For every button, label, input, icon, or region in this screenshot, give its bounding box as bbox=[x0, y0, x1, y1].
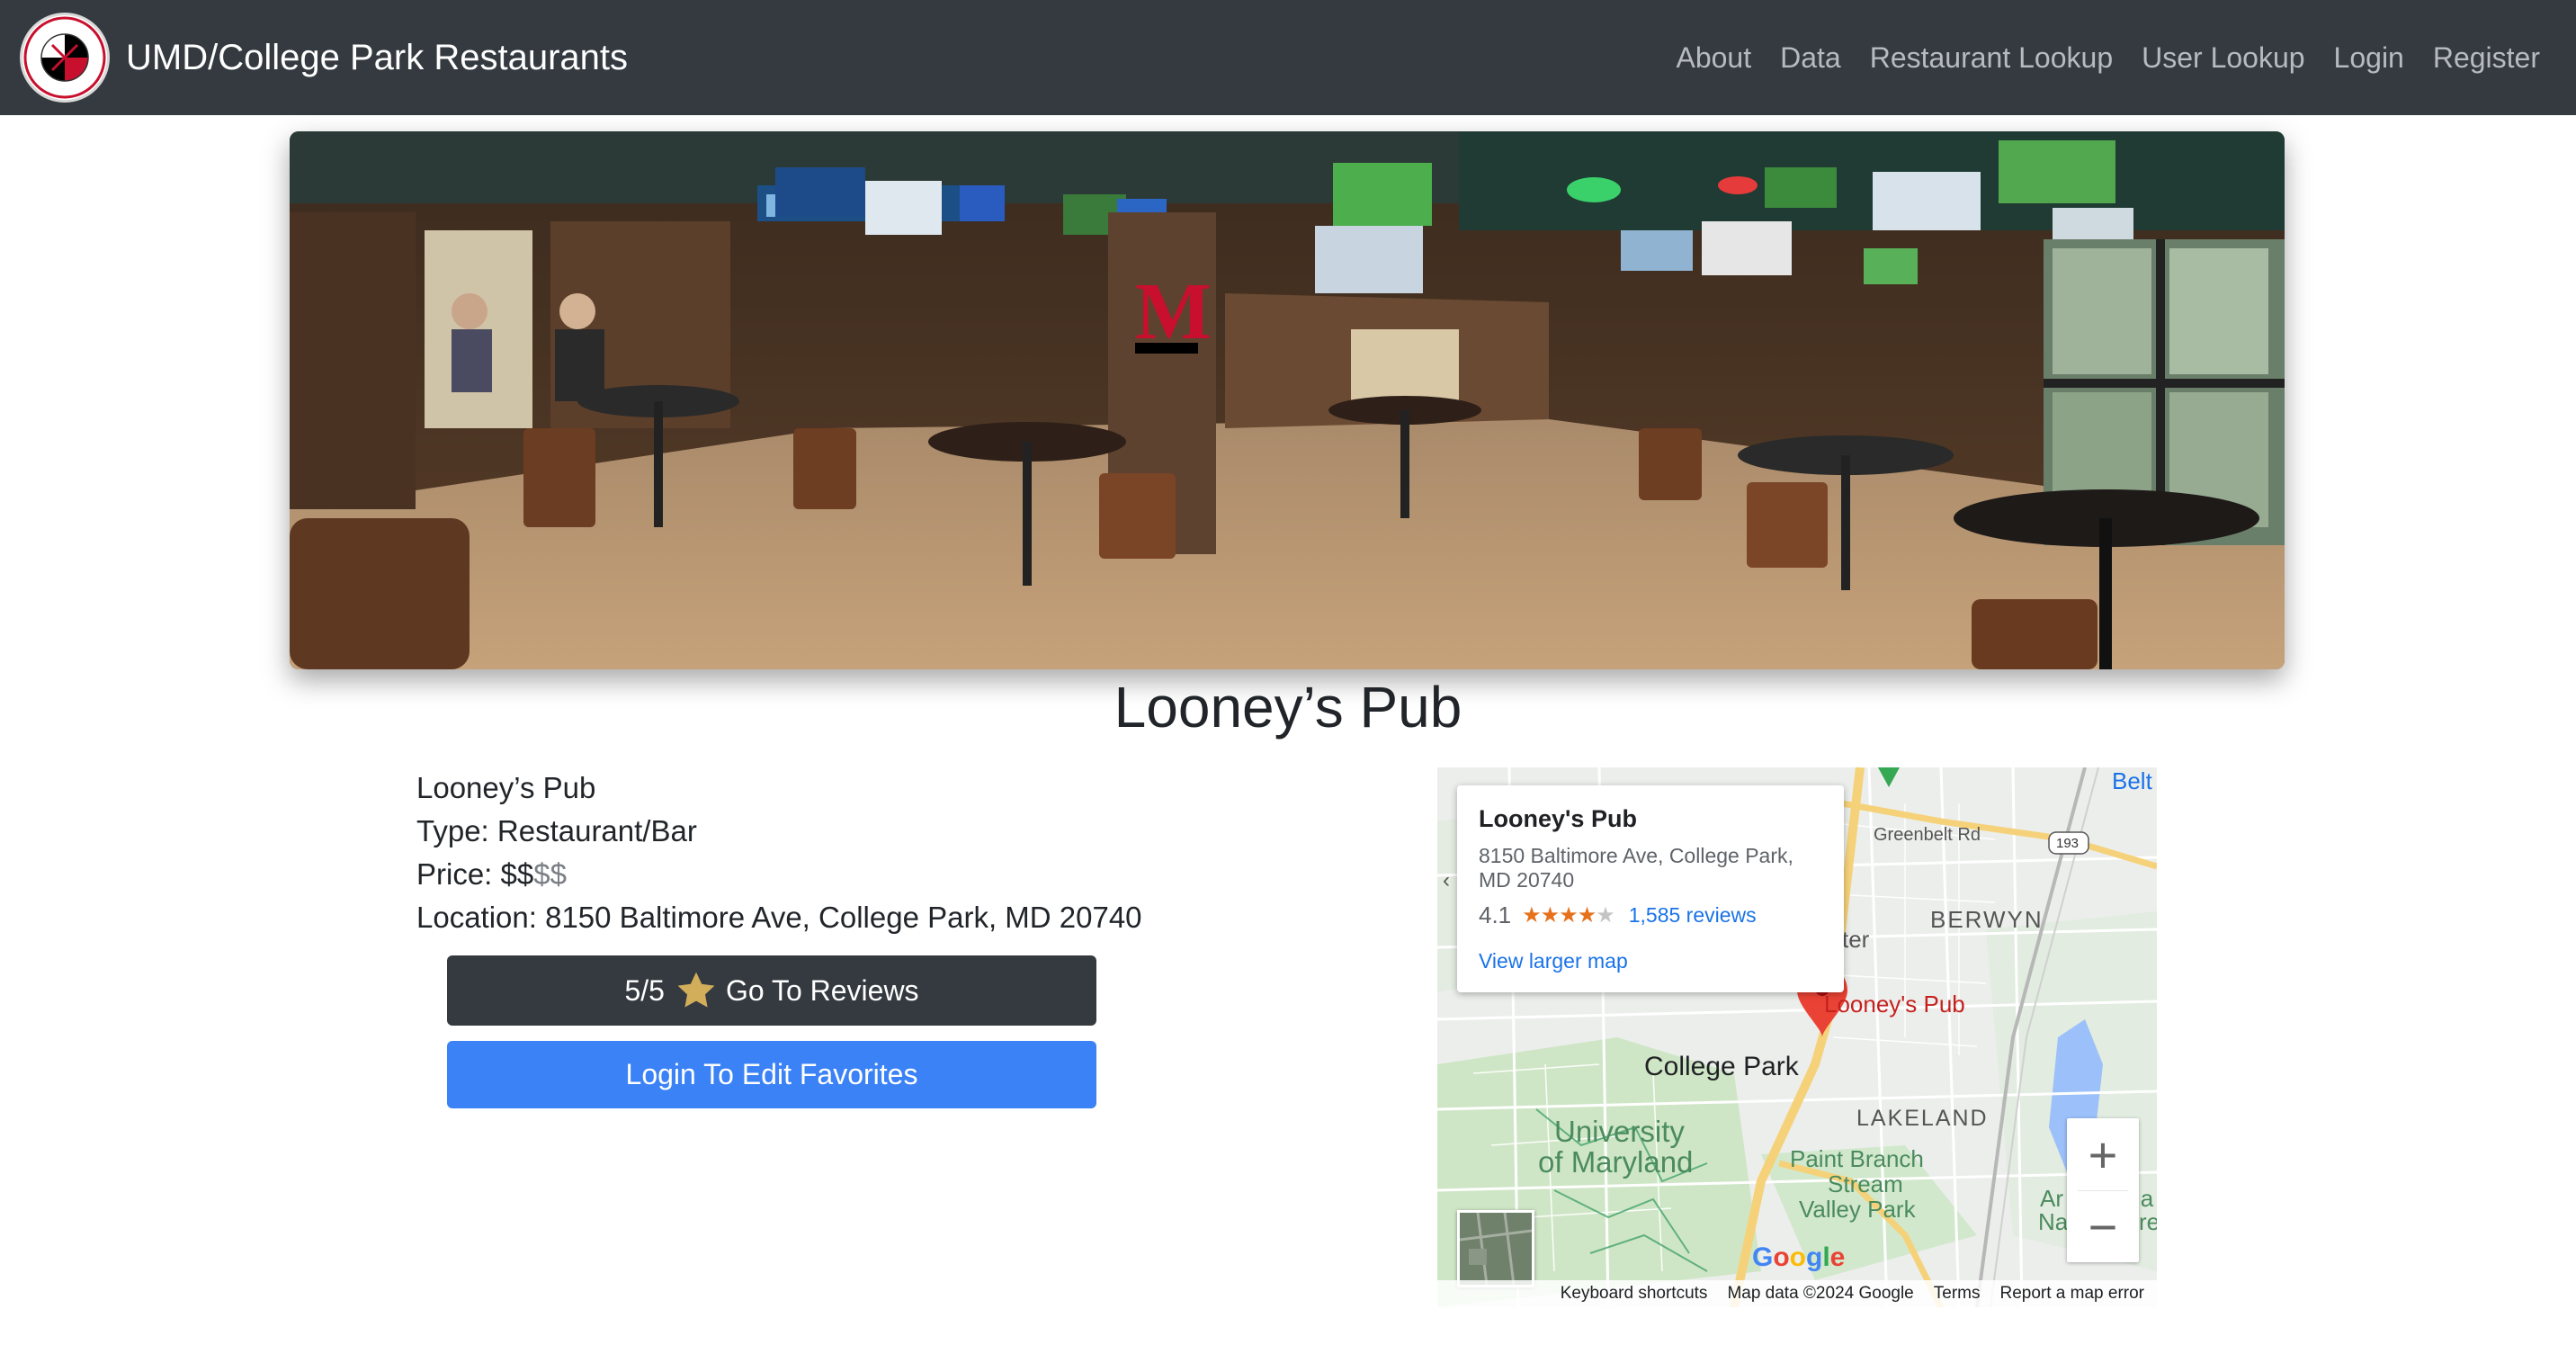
map-label-greenbelt-rd: Greenbelt Rd bbox=[1874, 825, 1981, 845]
map-label-pin: Looney's Pub bbox=[1824, 991, 1965, 1018]
map-label-ter: ter bbox=[1842, 926, 1870, 953]
restaurant-type: Type: Restaurant/Bar bbox=[416, 814, 697, 847]
zoom-out-button[interactable]: − bbox=[2067, 1190, 2139, 1262]
map-label-of-maryland: of Maryland bbox=[1538, 1145, 1694, 1179]
umd-seal-logo bbox=[20, 13, 110, 103]
map-label-valley-park: Valley Park bbox=[1799, 1196, 1916, 1223]
nav-register[interactable]: Register bbox=[2433, 41, 2540, 75]
map-label-berwyn: BERWYN bbox=[1930, 906, 2044, 933]
satellite-toggle-button[interactable] bbox=[1457, 1210, 1534, 1287]
reviews-score: 5/5 bbox=[624, 973, 665, 1007]
map-card-address: 8150 Baltimore Ave, College Park, MD 207… bbox=[1479, 844, 1793, 892]
map-label-lakeland: LAKELAND bbox=[1856, 1106, 1989, 1131]
map-data-text: Map data ©2024 Google bbox=[1727, 1284, 1914, 1303]
map-card-rating: 4.1 bbox=[1479, 901, 1512, 928]
map-label-route: 193 bbox=[2056, 836, 2080, 851]
nav-about[interactable]: About bbox=[1676, 41, 1751, 75]
keyboard-shortcuts-link[interactable]: Keyboard shortcuts bbox=[1561, 1284, 1708, 1304]
collapse-chevron-icon[interactable]: ‹ bbox=[1443, 868, 1450, 893]
map-card-reviews-link[interactable]: 1,585 reviews bbox=[1629, 903, 1757, 928]
map-card-name: Looney's Pub bbox=[1479, 805, 1637, 832]
map-label-paint-branch: Paint Branch bbox=[1790, 1145, 1924, 1172]
reviews-label: Go To Reviews bbox=[725, 973, 919, 1007]
map-card-rating-row: 4.1 ★★★★★ 1,585 reviews bbox=[1479, 901, 1822, 929]
restaurant-name: Looney’s Pub bbox=[416, 771, 596, 804]
map-label-stream: Stream bbox=[1828, 1170, 1903, 1197]
rating-stars-icon: ★★★★★ bbox=[1522, 903, 1615, 928]
report-map-error-link[interactable]: Report a map error bbox=[1999, 1284, 2144, 1304]
hero-image: M bbox=[290, 131, 2285, 669]
restaurant-location: Location: 8150 Baltimore Ave, College Pa… bbox=[416, 901, 1142, 934]
restaurant-info: Looney’s Pub Type: Restaurant/Bar Price:… bbox=[416, 767, 1142, 939]
restaurant-price: Price: $$$$ bbox=[416, 853, 1142, 896]
map-label-belt: Belt bbox=[2112, 767, 2152, 794]
navbar: UMD/College Park Restaurants About Data … bbox=[0, 0, 2576, 115]
brand-title: UMD/College Park Restaurants bbox=[126, 37, 628, 77]
nav-data[interactable]: Data bbox=[1780, 41, 1841, 75]
map-info-card: Looney's Pub 8150 Baltimore Ave, College… bbox=[1457, 785, 1844, 992]
price-label: Price: bbox=[416, 857, 501, 891]
price-inactive: $$ bbox=[533, 857, 567, 891]
zoom-controls: + − bbox=[2067, 1118, 2139, 1262]
star-icon bbox=[677, 972, 715, 1008]
google-map[interactable]: Belt Greenbelt Rd 193 BERWYN ter Looney'… bbox=[1437, 767, 2157, 1307]
map-label-re: re bbox=[2139, 1208, 2157, 1235]
login-edit-favorites-button[interactable]: Login To Edit Favorites bbox=[447, 1041, 1096, 1108]
nav-restaurant-lookup[interactable]: Restaurant Lookup bbox=[1870, 41, 2113, 75]
nav-links: About Data Restaurant Lookup User Lookup… bbox=[1647, 0, 2540, 115]
map-label-college-park: College Park bbox=[1644, 1052, 1799, 1081]
terms-link[interactable]: Terms bbox=[1934, 1284, 1981, 1304]
price-active: $$ bbox=[500, 857, 534, 891]
map-label-university: University bbox=[1554, 1115, 1685, 1148]
go-to-reviews-button[interactable]: 5/5 Go To Reviews bbox=[447, 955, 1096, 1026]
zoom-in-button[interactable]: + bbox=[2067, 1118, 2139, 1190]
view-larger-map-link[interactable]: View larger map bbox=[1479, 949, 1822, 973]
brand-link[interactable]: UMD/College Park Restaurants bbox=[20, 13, 628, 103]
map-attribution: Keyboard shortcuts Map data ©2024 Google… bbox=[1437, 1280, 2157, 1307]
page-title: Looney’s Pub bbox=[1114, 675, 1462, 740]
google-logo: Google bbox=[1752, 1242, 1846, 1272]
nav-user-lookup[interactable]: User Lookup bbox=[2142, 41, 2304, 75]
nav-login[interactable]: Login bbox=[2334, 41, 2404, 75]
